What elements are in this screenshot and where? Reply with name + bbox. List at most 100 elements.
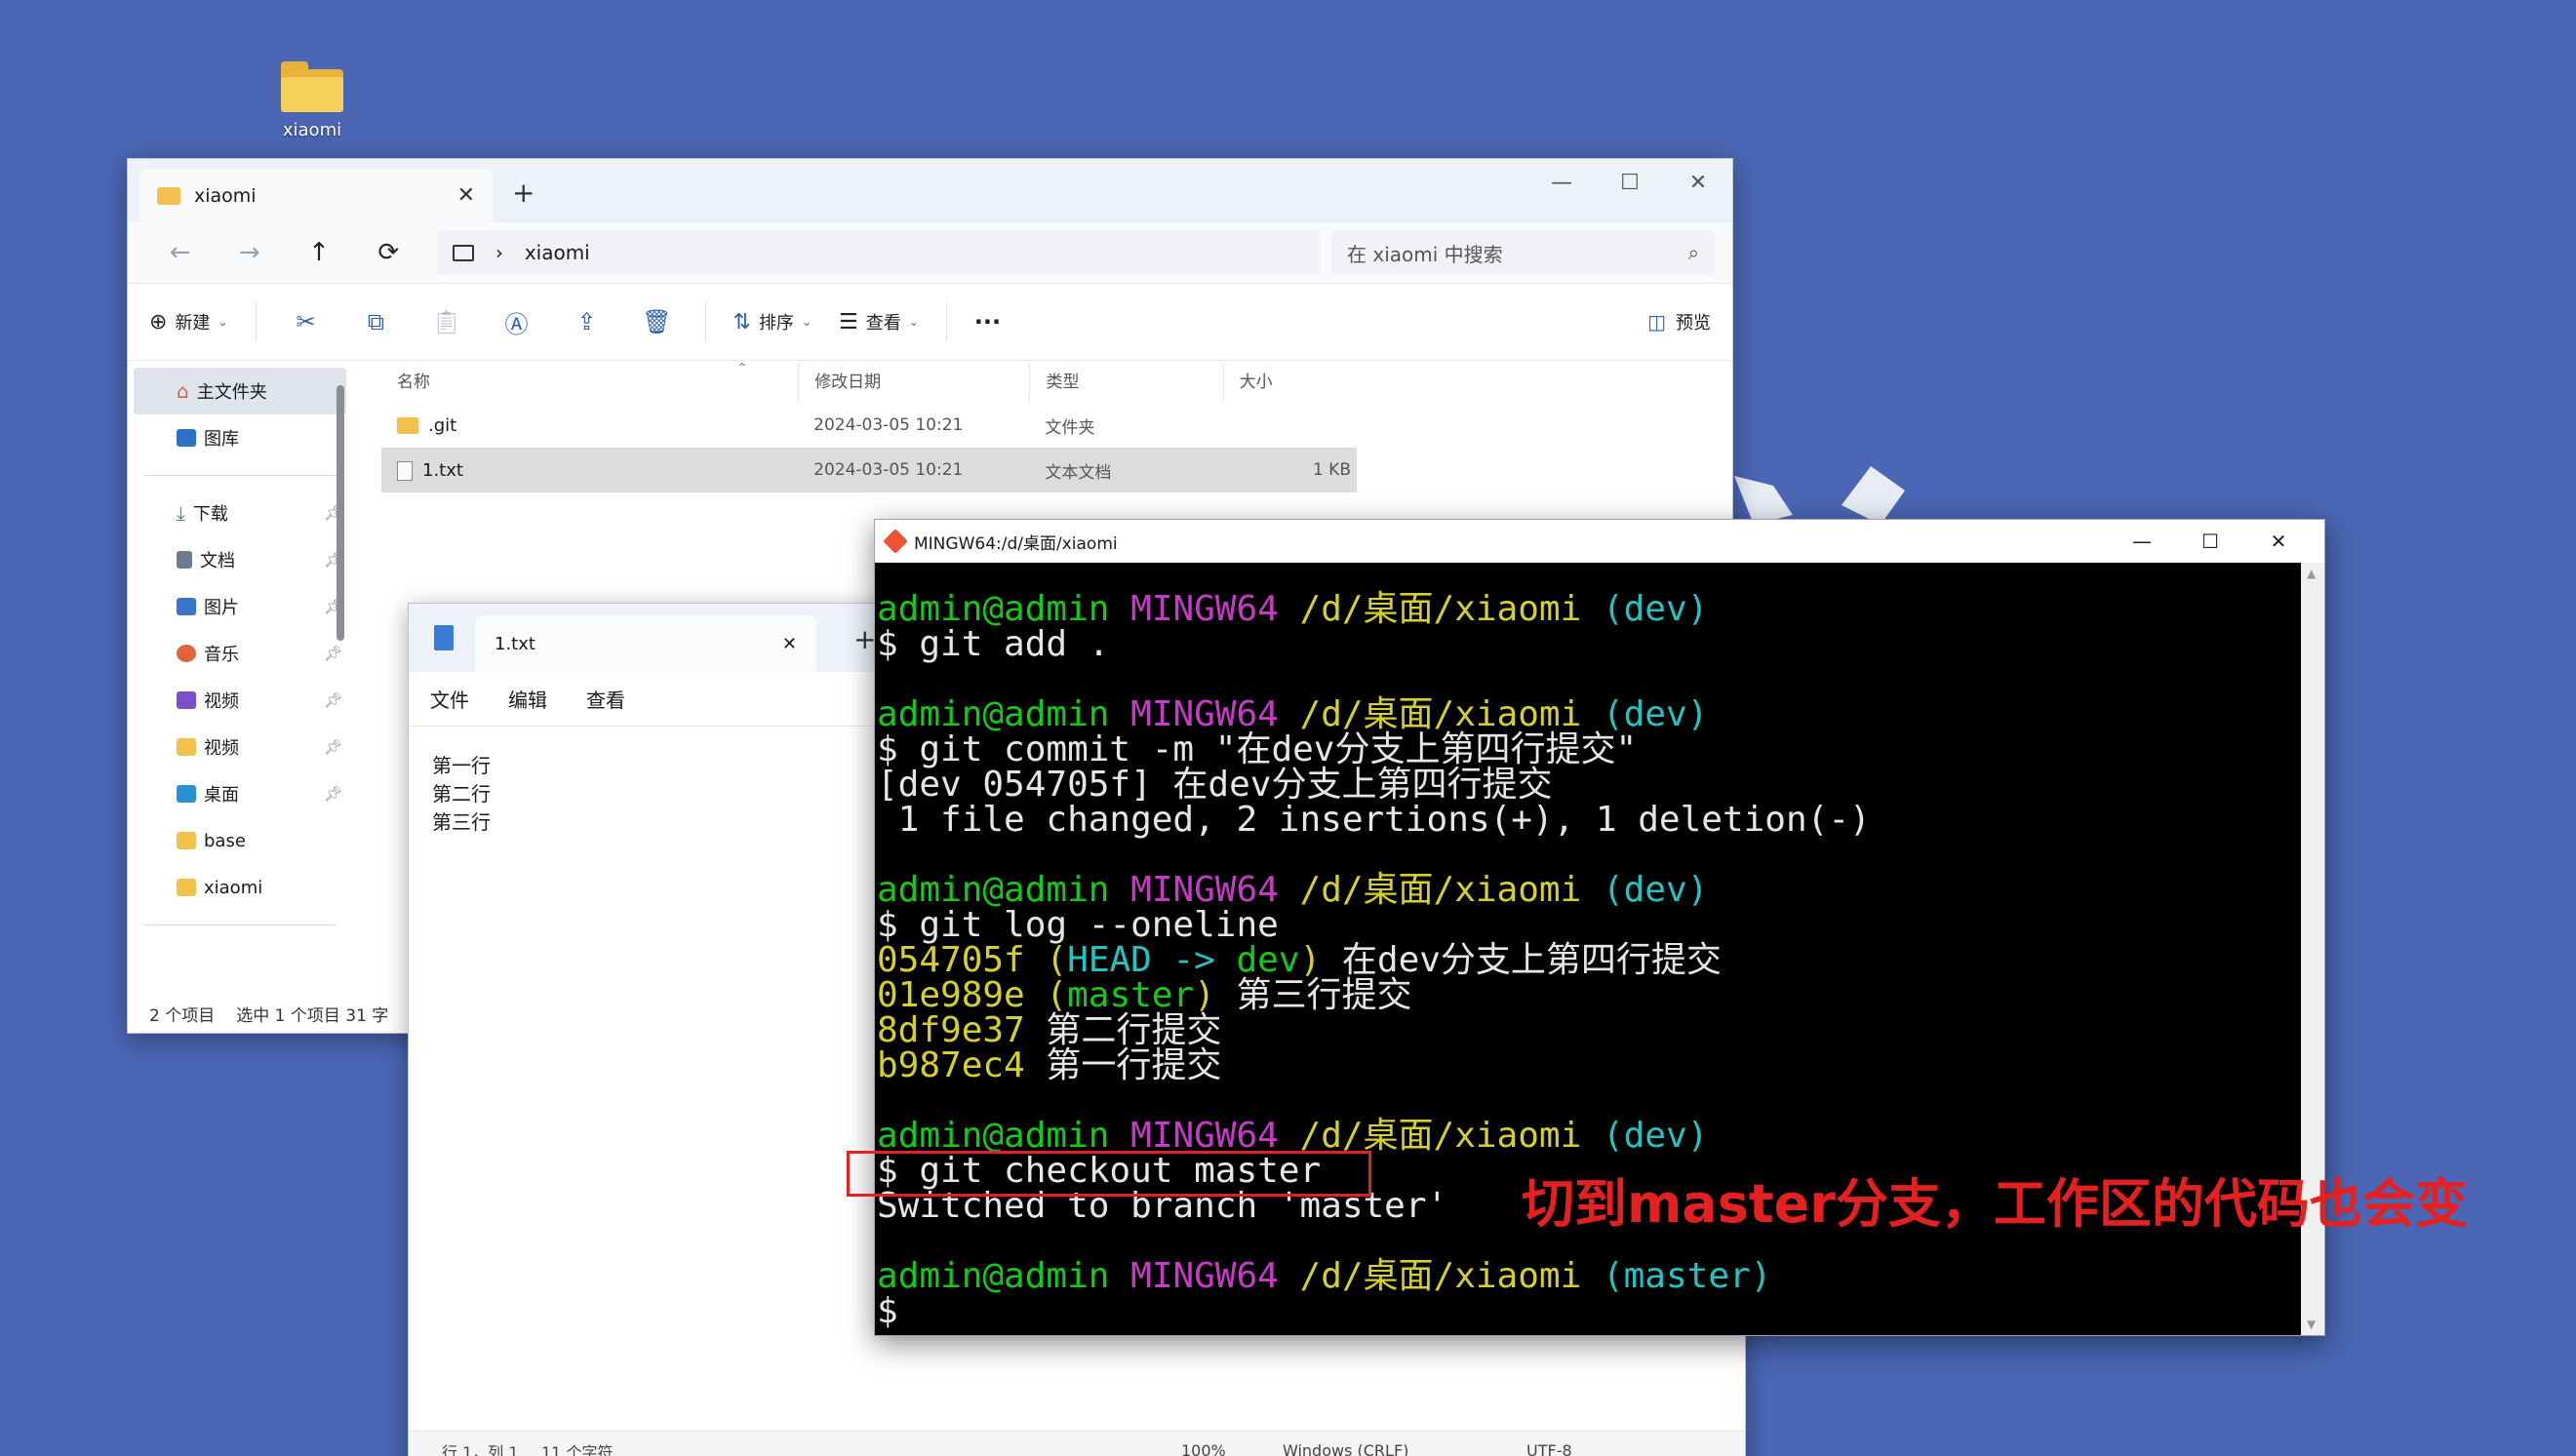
explorer-window-controls: — ☐ ✕ — [1527, 159, 1732, 206]
maximize-button[interactable]: ☐ — [2176, 520, 2244, 563]
sidebar-item-videos-folder[interactable]: 视频 📌︎ — [128, 724, 352, 770]
sidebar-item-gallery[interactable]: 图库 — [128, 414, 352, 461]
pictures-icon — [177, 598, 196, 615]
sidebar-item-base[interactable]: base — [128, 817, 352, 864]
folder-icon — [177, 738, 196, 756]
minimize-button[interactable]: — — [2108, 520, 2176, 563]
encoding: UTF-8 — [1526, 1441, 1572, 1456]
forward-button[interactable]: → — [215, 238, 284, 267]
new-tab-button[interactable]: + — [512, 177, 535, 209]
sidebar-item-label: 视频 — [204, 738, 239, 759]
chevron-down-icon: ⌄ — [218, 315, 228, 329]
terminal-window-controls: — ☐ ✕ — [2108, 520, 2313, 563]
close-button[interactable]: ✕ — [2244, 520, 2313, 563]
new-button[interactable]: ⊕ 新建 ⌄ — [149, 309, 228, 334]
explorer-tab[interactable]: xiaomi ✕ — [139, 169, 493, 222]
toolbar-divider — [255, 302, 257, 341]
command-line: $ — [877, 1291, 898, 1331]
command-line: $ git log --oneline — [877, 905, 1279, 945]
sidebar-item-home[interactable]: ⌂ 主文件夹 — [134, 368, 346, 414]
sidebar-scrollbar[interactable] — [337, 385, 344, 641]
toolbar-divider — [704, 302, 706, 341]
rename-icon[interactable]: Ⓐ — [495, 305, 539, 339]
command-line: $ git commit -m "在dev分支上第四行提交" — [877, 729, 1638, 769]
toolbar-divider — [945, 302, 947, 341]
plus-circle-icon: ⊕ — [149, 309, 168, 334]
gallery-icon — [177, 429, 196, 447]
sort-label: 排序 — [758, 313, 794, 334]
prompt-line: admin@admin MINGW64 /d/桌面/xiaomi (dev) — [877, 589, 1709, 629]
explorer-tab-bar: xiaomi ✕ + — ☐ ✕ — [128, 159, 1732, 222]
sidebar-item-label: 音乐 — [204, 645, 239, 665]
pin-icon[interactable]: 📌︎ — [324, 738, 342, 756]
sidebar-item-label: 图库 — [204, 429, 239, 450]
scroll-down-icon[interactable]: ▼ — [2307, 1318, 2316, 1331]
refresh-button[interactable]: ⟳ — [354, 238, 423, 267]
sidebar-item-pictures[interactable]: 图片 📌︎ — [128, 583, 352, 630]
column-header-type[interactable]: 类型 — [1029, 362, 1222, 403]
view-button[interactable]: ☰ 查看 ⌄ — [839, 309, 919, 334]
cursor-position: 行 1，列 1 — [442, 1442, 519, 1456]
delete-icon[interactable]: 🗑︎ — [635, 308, 680, 335]
column-header-date[interactable]: 修改日期 — [798, 362, 1029, 403]
maximize-button[interactable]: ☐ — [1596, 159, 1664, 206]
sidebar-item-desktop[interactable]: 桌面 📌︎ — [128, 770, 352, 817]
preview-button[interactable]: ◫ 预览 — [1647, 309, 1711, 334]
sidebar-item-label: 下载 — [192, 504, 228, 525]
sidebar-item-videos[interactable]: 视频 📌︎ — [128, 677, 352, 724]
file-row-git[interactable]: .git 2024-03-05 10:21 文件夹 — [381, 403, 1357, 448]
up-button[interactable]: ↑ — [284, 238, 353, 267]
log-line: 054705f (HEAD -> dev) 在dev分支上第四行提交 — [877, 940, 1722, 980]
annotation-text: 切到master分支，工作区的代码也会变 — [1522, 1173, 2468, 1235]
pin-icon[interactable]: 📌︎ — [324, 691, 342, 709]
sidebar-item-label: xiaomi — [204, 877, 263, 898]
share-icon[interactable]: ⇪ — [565, 308, 610, 335]
zoom-level: 100% — [1181, 1441, 1226, 1456]
scroll-up-icon[interactable]: ▲ — [2307, 567, 2316, 580]
folder-icon — [397, 417, 418, 434]
file-date: 2024-03-05 10:21 — [813, 415, 964, 435]
terminal-title-bar: MINGW64:/d/桌面/xiaomi — ☐ ✕ — [875, 520, 2324, 563]
pin-icon[interactable]: 📌︎ — [324, 785, 342, 803]
sidebar-item-documents[interactable]: 文档 📌︎ — [128, 536, 352, 583]
close-tab-icon[interactable]: ✕ — [782, 634, 797, 654]
sidebar-item-music[interactable]: 音乐 📌︎ — [128, 630, 352, 677]
menu-edit[interactable]: 编辑 — [508, 685, 547, 713]
copy-icon[interactable]: ⧉ — [354, 308, 399, 335]
close-tab-icon[interactable]: ✕ — [457, 183, 475, 208]
close-button[interactable]: ✕ — [1664, 159, 1732, 206]
address-box[interactable]: › xiaomi — [436, 230, 1321, 275]
back-button[interactable]: ← — [145, 238, 215, 267]
music-icon — [177, 645, 196, 662]
minimize-button[interactable]: — — [1527, 159, 1596, 206]
log-line: 8df9e37 第二行提交 — [877, 1010, 1222, 1050]
notepad-tab[interactable]: 1.txt ✕ — [475, 615, 816, 672]
search-icon: ⌕ — [1687, 241, 1699, 264]
desktop-folder-xiaomi[interactable]: xiaomi — [263, 54, 361, 140]
file-name: 1.txt — [422, 459, 463, 481]
menu-view[interactable]: 查看 — [586, 685, 625, 713]
sidebar-item-label: base — [204, 830, 246, 851]
search-input[interactable]: 在 xiaomi 中搜索 ⌕ — [1331, 230, 1715, 275]
char-count: 11 个字符 — [541, 1442, 614, 1456]
more-options-button[interactable]: ··· — [974, 308, 1001, 335]
log-line: 01e989e (master) 第三行提交 — [877, 975, 1412, 1015]
text-file-icon — [397, 460, 413, 481]
menu-file[interactable]: 文件 — [430, 685, 469, 713]
column-header-size[interactable]: 大小 — [1222, 362, 1357, 403]
file-row-1txt[interactable]: 1.txt 2024-03-05 10:21 文本文档 1 KB — [381, 448, 1357, 492]
pin-icon[interactable]: 📌︎ — [324, 645, 342, 662]
log-line: b987ec4 第一行提交 — [877, 1045, 1222, 1085]
cut-icon[interactable]: ✂ — [284, 308, 329, 335]
new-label: 新建 — [175, 313, 211, 334]
sort-button[interactable]: ⇅ 排序 ⌄ — [733, 309, 812, 334]
sidebar-item-xiaomi[interactable]: xiaomi — [128, 864, 352, 911]
new-tab-button[interactable]: + — [853, 623, 876, 655]
paste-icon[interactable]: 📋︎ — [424, 308, 469, 335]
selection-info: 选中 1 个项目 31 字 — [236, 1005, 389, 1026]
sidebar-item-downloads[interactable]: ⤓ 下载 📌︎ — [128, 490, 352, 536]
item-count: 2 个项目 — [149, 1005, 216, 1026]
file-date: 2024-03-05 10:21 — [813, 460, 964, 480]
breadcrumb-path[interactable]: xiaomi — [525, 241, 590, 264]
sidebar-item-label: 文档 — [200, 551, 235, 571]
